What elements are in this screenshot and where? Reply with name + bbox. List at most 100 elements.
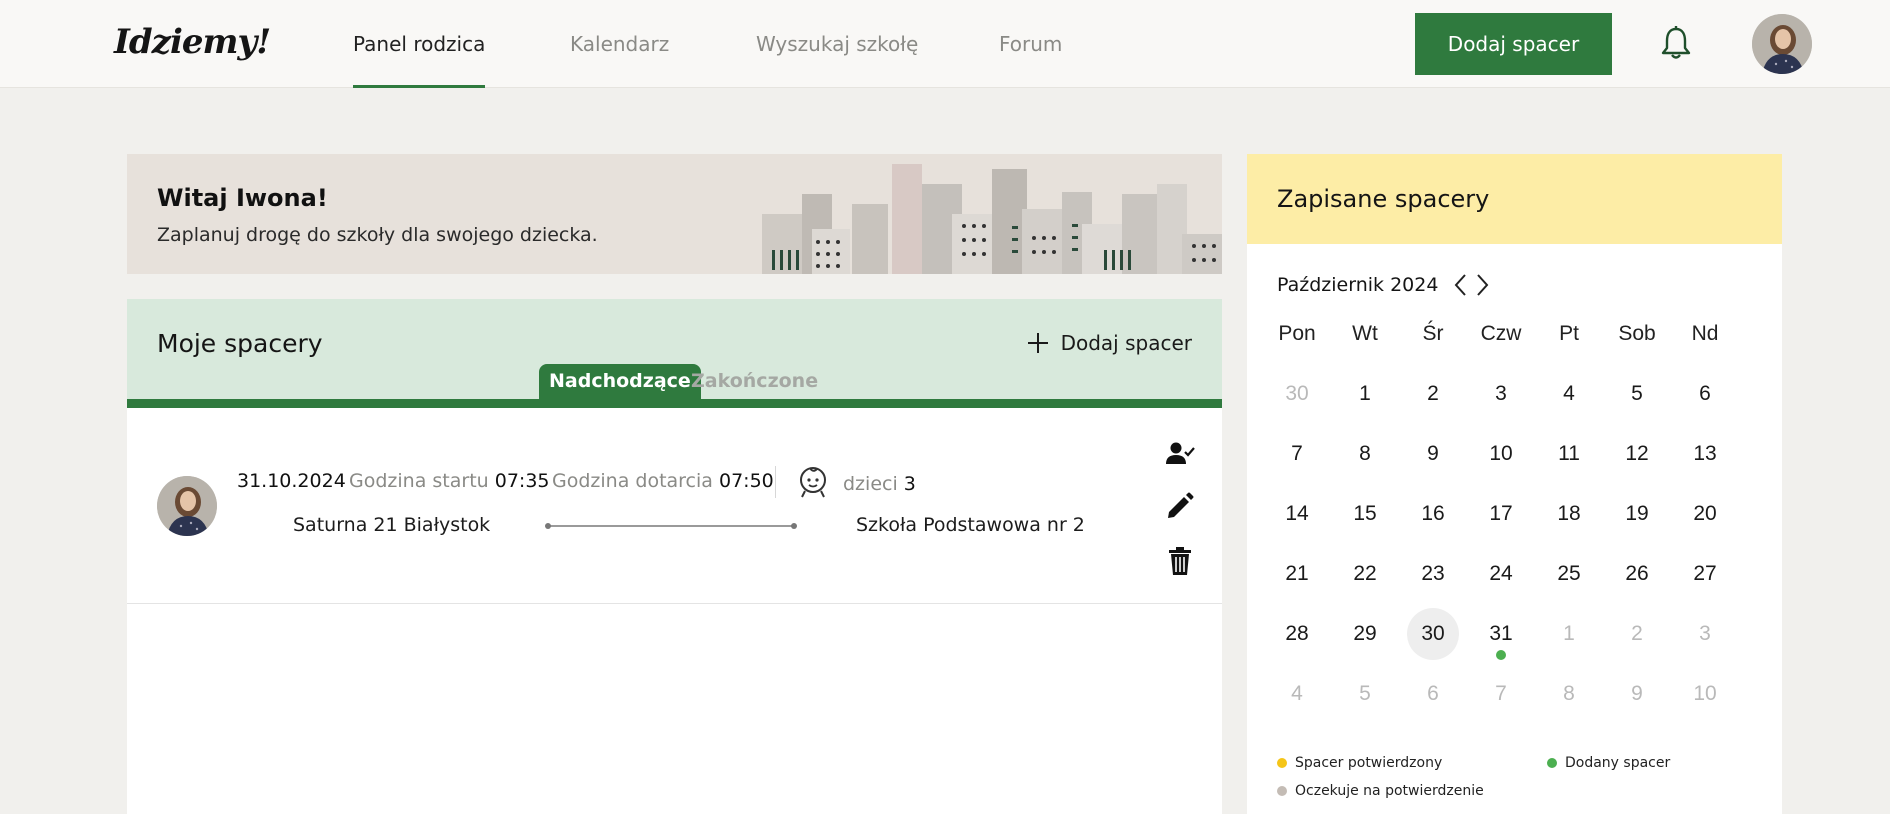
calendar-day[interactable]: 7 — [1271, 428, 1323, 480]
calendar-day[interactable]: 12 — [1611, 428, 1663, 480]
calendar-header: Zapisane spacery — [1247, 154, 1782, 244]
calendar-day[interactable]: 26 — [1611, 548, 1663, 600]
calendar-day[interactable]: 28 — [1271, 608, 1323, 660]
delete-trash-icon[interactable] — [1165, 546, 1195, 576]
calendar-day-number: 19 — [1625, 502, 1649, 525]
nav-panel-rodzica[interactable]: Panel rodzica — [353, 32, 486, 88]
calendar-day[interactable]: 3 — [1679, 608, 1731, 660]
bell-icon[interactable] — [1660, 25, 1692, 61]
calendar-day[interactable]: 4 — [1543, 368, 1595, 420]
top-bar: Idziemy! Panel rodzica Kalendarz Wyszuka… — [0, 0, 1890, 88]
calendar-month: Październik 2024 — [1277, 274, 1439, 296]
calendar-day-number: 5 — [1631, 382, 1643, 405]
plus-icon — [1027, 333, 1048, 353]
calendar-day[interactable]: 9 — [1611, 668, 1663, 720]
calendar-day[interactable]: 21 — [1271, 548, 1323, 600]
calendar-day[interactable]: 11 — [1543, 428, 1595, 480]
calendar-day[interactable]: 27 — [1679, 548, 1731, 600]
calendar-day-number: 11 — [1558, 442, 1580, 465]
calendar-day[interactable]: 2 — [1407, 368, 1459, 420]
calendar-day[interactable]: 20 — [1679, 488, 1731, 540]
calendar-day[interactable]: 22 — [1339, 548, 1391, 600]
calendar-day[interactable]: 13 — [1679, 428, 1731, 480]
walk-start-address: Saturna 21 Białystok — [293, 514, 491, 536]
calendar-day[interactable]: 5 — [1611, 368, 1663, 420]
calendar-day-number: 2 — [1427, 382, 1439, 405]
calendar-day[interactable]: 6 — [1679, 368, 1731, 420]
nav-forum[interactable]: Forum — [999, 32, 1062, 88]
walk-owner-avatar — [157, 476, 217, 536]
confirm-user-icon[interactable] — [1165, 439, 1195, 469]
weekday-label: Pt — [1559, 322, 1579, 345]
calendar-day[interactable]: 24 — [1475, 548, 1527, 600]
weekday-label: Czw — [1480, 322, 1522, 345]
calendar-day[interactable]: 10 — [1679, 668, 1731, 720]
calendar-day[interactable]: 7 — [1475, 668, 1527, 720]
calendar-day[interactable]: 5 — [1339, 668, 1391, 720]
calendar-day-number: 27 — [1693, 562, 1717, 585]
calendar-day[interactable]: 30 — [1407, 608, 1459, 660]
calendar-day[interactable]: 4 — [1271, 668, 1323, 720]
calendar-day-number: 22 — [1353, 562, 1377, 585]
calendar-day-number: 7 — [1291, 442, 1303, 465]
calendar-day[interactable]: 1 — [1339, 368, 1391, 420]
calendar-day[interactable]: 18 — [1543, 488, 1595, 540]
calendar-day-number: 25 — [1557, 562, 1581, 585]
calendar-day[interactable]: 6 — [1407, 668, 1459, 720]
weekday-label: Pon — [1278, 322, 1316, 345]
legend-dot-added — [1547, 758, 1557, 768]
calendar-day[interactable]: 16 — [1407, 488, 1459, 540]
weekday-label: Nd — [1691, 322, 1719, 345]
legend-confirmed: Spacer potwierdzony — [1277, 755, 1442, 771]
calendar-day[interactable]: 8 — [1339, 428, 1391, 480]
calendar-day[interactable]: 29 — [1339, 608, 1391, 660]
user-avatar[interactable] — [1752, 14, 1812, 74]
calendar-day[interactable]: 19 — [1611, 488, 1663, 540]
prev-month-icon[interactable] — [1451, 272, 1471, 298]
my-walks-header: Moje spacery Dodaj spacer Nadchodzące Za… — [127, 299, 1222, 399]
weekday-label: Sob — [1618, 322, 1656, 345]
nav-kalendarz[interactable]: Kalendarz — [570, 32, 669, 88]
walk-arrive-label: Godzina dotarcia — [552, 470, 713, 492]
legend-confirmed-label: Spacer potwierdzony — [1295, 755, 1443, 771]
add-walk-link[interactable]: Dodaj spacer — [1027, 327, 1192, 359]
calendar-day[interactable]: 23 — [1407, 548, 1459, 600]
calendar-day-number: 3 — [1495, 382, 1507, 405]
calendar-day[interactable]: 25 — [1543, 548, 1595, 600]
add-walk-button[interactable]: Dodaj spacer — [1415, 13, 1612, 75]
welcome-title: Witaj Iwona! — [157, 184, 328, 212]
calendar-day-number: 13 — [1693, 442, 1717, 465]
walk-kids: dzieci 3 — [843, 473, 916, 495]
walk-item: 31.10.2024 Godzina startu 07:35 Godzina … — [127, 408, 1222, 604]
calendar-day[interactable]: 8 — [1543, 668, 1595, 720]
calendar-day[interactable]: 9 — [1407, 428, 1459, 480]
calendar-day[interactable]: 3 — [1475, 368, 1527, 420]
calendar-day[interactable]: 30 — [1271, 368, 1323, 420]
calendar-day-number: 16 — [1421, 502, 1445, 525]
legend-pending: Oczekuje na potwierdzenie — [1277, 783, 1484, 799]
calendar-day[interactable]: 2 — [1611, 608, 1663, 660]
calendar-day-number: 8 — [1359, 442, 1371, 465]
calendar-day[interactable]: 15 — [1339, 488, 1391, 540]
edit-pencil-icon[interactable] — [1165, 491, 1195, 521]
calendar-day-number: 17 — [1489, 502, 1513, 525]
calendar-day[interactable]: 17 — [1475, 488, 1527, 540]
tab-finished[interactable]: Zakończone — [681, 364, 828, 399]
calendar-day-number: 9 — [1631, 682, 1643, 705]
calendar-day[interactable]: 10 — [1475, 428, 1527, 480]
calendar-day[interactable]: 1 — [1543, 608, 1595, 660]
tabs-underline — [127, 399, 1222, 408]
calendar-day-number: 3 — [1699, 622, 1711, 645]
app-logo[interactable]: Idziemy! — [114, 22, 271, 62]
weekday-label: Śr — [1422, 322, 1444, 345]
calendar-day[interactable]: 31 — [1475, 608, 1527, 660]
calendar-day[interactable]: 14 — [1271, 488, 1323, 540]
weekday-label: Wt — [1352, 322, 1378, 345]
calendar-day-number: 1 — [1563, 622, 1575, 645]
calendar-day-number: 2 — [1631, 622, 1643, 645]
next-month-icon[interactable] — [1472, 272, 1492, 298]
nav-wyszukaj-szkole[interactable]: Wyszukaj szkołę — [756, 32, 918, 88]
welcome-banner: Witaj Iwona! Zaplanuj drogę do szkoły dl… — [127, 154, 1222, 274]
tab-upcoming[interactable]: Nadchodzące — [539, 364, 701, 399]
calendar-day-number: 24 — [1489, 562, 1513, 585]
